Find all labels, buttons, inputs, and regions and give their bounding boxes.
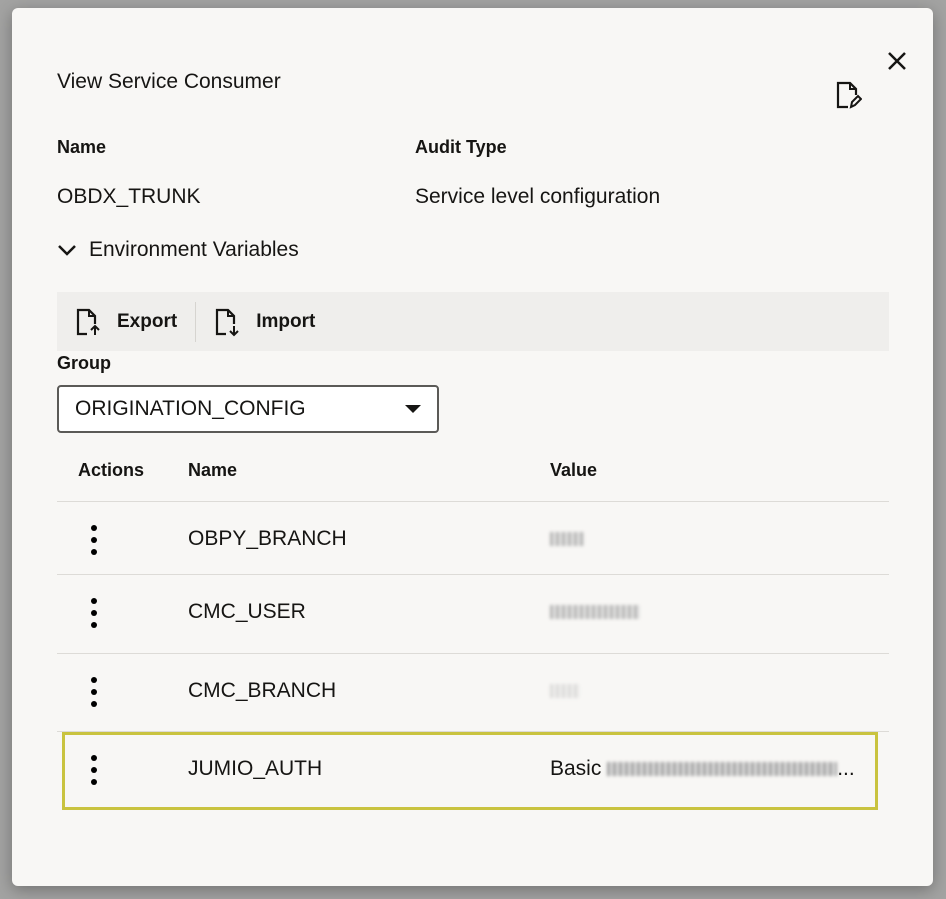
import-label: Import: [256, 310, 316, 332]
import-button[interactable]: Import: [196, 292, 333, 351]
variable-name: CMC_BRANCH: [188, 679, 337, 702]
export-button[interactable]: Export: [57, 292, 195, 351]
export-label: Export: [117, 310, 178, 332]
close-icon[interactable]: [884, 48, 910, 74]
variable-value: [550, 600, 640, 624]
redacted-value: [550, 684, 580, 699]
import-icon: [216, 308, 239, 336]
name-value: OBDX_TRUNK: [57, 185, 201, 208]
more-actions-icon[interactable]: [89, 676, 99, 708]
environment-variables-label: Environment Variables: [89, 238, 299, 261]
caret-down-icon: [405, 405, 421, 413]
focus-highlight: [62, 732, 878, 810]
table-row[interactable]: CMC_BRANCH: [57, 653, 889, 732]
dialog-title: View Service Consumer: [57, 70, 281, 93]
group-label: Group: [57, 353, 111, 373]
column-header-name: Name: [188, 460, 238, 480]
column-header-value: Value: [550, 460, 598, 480]
environment-variables-toggle[interactable]: Environment Variables: [57, 238, 299, 262]
more-actions-icon[interactable]: [89, 597, 99, 629]
edit-document-icon[interactable]: [834, 80, 862, 110]
more-actions-icon[interactable]: [89, 524, 99, 556]
table-row[interactable]: OBPY_BRANCH: [57, 501, 889, 580]
audit-type-value: Service level configuration: [415, 185, 661, 208]
view-service-consumer-dialog: View Service Consumer Name Audit Type OB…: [12, 8, 933, 886]
audit-type-label: Audit Type: [415, 137, 507, 157]
group-select[interactable]: ORIGINATION_CONFIG: [57, 385, 439, 433]
redacted-value: [550, 532, 584, 547]
redacted-value: [550, 605, 640, 620]
column-header-actions: Actions: [78, 460, 145, 480]
variable-value: [550, 527, 584, 551]
name-label: Name: [57, 137, 107, 157]
table-row[interactable]: CMC_USER: [57, 574, 889, 653]
variable-name: CMC_USER: [188, 600, 306, 623]
chevron-down-icon: [58, 245, 76, 256]
export-icon: [76, 308, 100, 335]
toolbar: Export Import: [57, 292, 889, 351]
variable-name: OBPY_BRANCH: [188, 527, 347, 550]
variable-value: [550, 679, 580, 703]
group-selected-value: ORIGINATION_CONFIG: [75, 397, 306, 420]
